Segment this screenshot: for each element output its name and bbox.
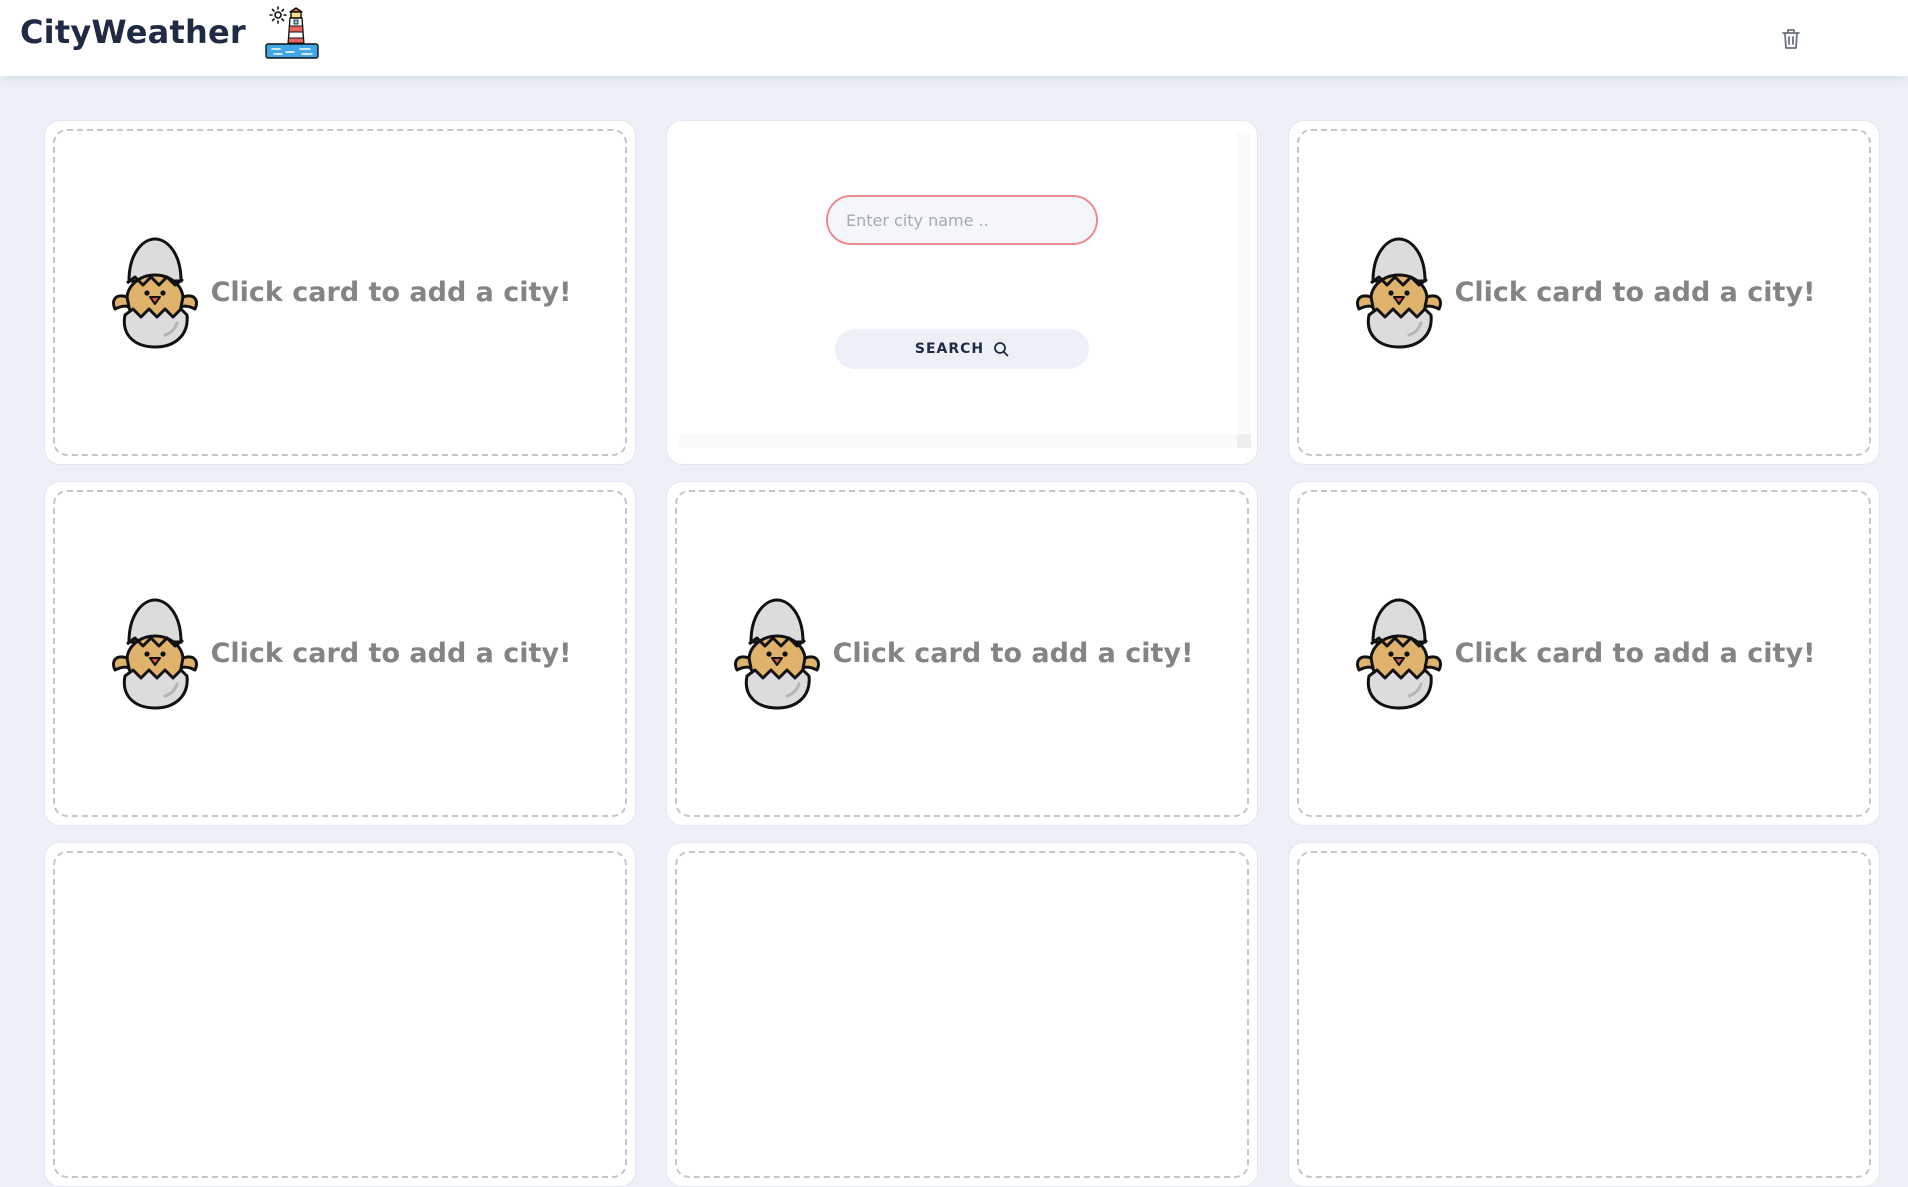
card-dashed-area <box>675 851 1249 1178</box>
vertical-scrollbar[interactable] <box>1237 133 1251 443</box>
clear-all-button[interactable] <box>1776 24 1806 54</box>
empty-city-card[interactable]: Click card to add a city! <box>44 120 636 465</box>
search-form: SEARCH <box>675 129 1249 456</box>
empty-city-card[interactable]: Click card to add a city! <box>44 481 636 826</box>
card-dashed-area <box>53 851 627 1178</box>
search-button[interactable]: SEARCH <box>835 329 1089 369</box>
empty-city-card[interactable] <box>44 842 636 1187</box>
search-icon <box>994 342 1009 357</box>
add-city-prompt: Click card to add a city! <box>1454 638 1816 669</box>
card-dashed-area: Click card to add a city! <box>1297 490 1871 817</box>
empty-city-card[interactable]: Click card to add a city! <box>1288 481 1880 826</box>
hatching-chick-icon <box>1353 235 1445 351</box>
trash-icon <box>1782 29 1800 49</box>
card-dashed-area <box>1297 851 1871 1178</box>
top-bar: CityWeather <box>0 0 1908 76</box>
empty-city-card[interactable] <box>1288 842 1880 1187</box>
empty-city-card[interactable]: Click card to add a city! <box>1288 120 1880 465</box>
empty-city-card[interactable]: Click card to add a city! <box>666 481 1258 826</box>
add-city-prompt: Click card to add a city! <box>832 638 1194 669</box>
app-title: CityWeather <box>20 13 246 51</box>
hatching-chick-icon <box>109 596 201 712</box>
add-city-prompt: Click card to add a city! <box>1454 277 1816 308</box>
card-dashed-area: Click card to add a city! <box>53 129 627 456</box>
hatching-chick-icon <box>1353 596 1445 712</box>
brand: CityWeather <box>20 6 320 59</box>
add-city-prompt: Click card to add a city! <box>210 277 572 308</box>
card-dashed-area: Click card to add a city! <box>53 490 627 817</box>
city-name-input[interactable] <box>826 195 1098 245</box>
lighthouse-icon <box>265 6 319 59</box>
horizontal-scrollbar[interactable] <box>679 434 1239 448</box>
search-city-card: SEARCH <box>666 120 1258 465</box>
empty-city-card[interactable] <box>666 842 1258 1187</box>
add-city-prompt: Click card to add a city! <box>210 638 572 669</box>
card-dashed-area: Click card to add a city! <box>1297 129 1871 456</box>
card-dashed-area: Click card to add a city! <box>675 490 1249 817</box>
search-button-label: SEARCH <box>914 341 985 357</box>
scrollbar-corner <box>1237 434 1251 448</box>
hatching-chick-icon <box>109 235 201 351</box>
hatching-chick-icon <box>731 596 823 712</box>
